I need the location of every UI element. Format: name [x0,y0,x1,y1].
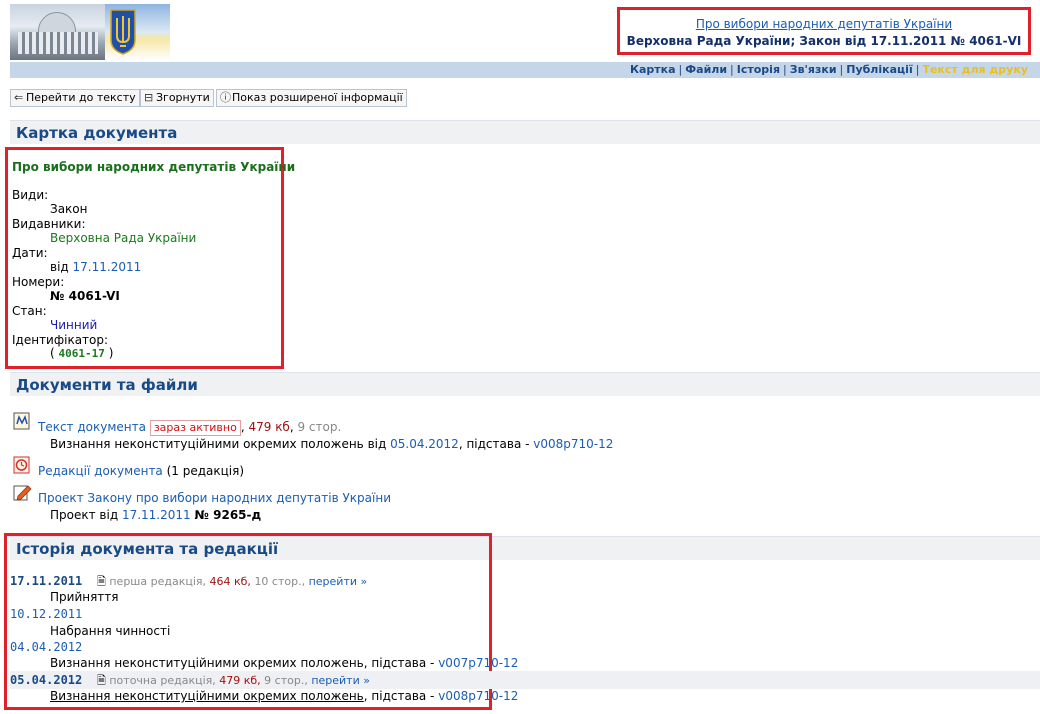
history-date-3[interactable]: 04.04.2012 [10,640,82,654]
text-document-pages: 9 стор. [297,420,342,434]
identifier-open-paren: ( [50,346,55,360]
state-value[interactable]: Чинний [50,318,97,332]
nav-separator: | [730,63,734,76]
arrow-left-icon: ⇐ [14,91,24,104]
nav-separator: | [783,63,787,76]
project-link[interactable]: Проект Закону про вибори народних депута… [38,491,391,505]
text-document-link[interactable]: Текст документа [38,420,146,434]
dates-prefix: від [50,260,69,274]
nav-item-links[interactable]: Зв'язки [790,63,837,76]
history-text-4: Визнання неконституційними окремих полож… [50,689,364,703]
text-document-size: 479 кб [248,420,290,434]
project-row: Проект Закону про вибори народних депута… [38,491,391,505]
show-extended-info-label: Показ розширеної інформації [232,91,403,104]
history-text-4-suffix: , підстава - [363,689,435,703]
project-number: № 9265-д [194,508,262,522]
collapse-label: Згорнути [156,91,210,104]
publishers-label: Видавники: [12,217,86,231]
text-document-icon [13,412,30,430]
page-header: Про вибори народних депутатів України Ве… [0,0,1040,64]
history-size-1: 464 кб, [209,575,251,588]
nav-item-files[interactable]: Файли [685,63,727,76]
types-value: Закон [50,202,88,216]
text-document-note: Визнання неконституційними окремих полож… [50,437,613,451]
project-details: Проект від 17.11.2011 № 9265-д [50,508,261,522]
identifier-value: 4061-17 [58,347,105,360]
document-small-icon: 🗎 [97,674,106,687]
project-pencil-icon [13,485,32,501]
document-small-icon: 🗎 [97,575,106,588]
dates-label: Дати: [12,246,48,260]
info-icon: ⓘ [220,91,231,104]
history-text-2: Набрання чинності [50,624,171,638]
publishers-value[interactable]: Верховна Рада України [50,231,196,245]
history-kind-1: перша редакція, [109,575,207,588]
goto-text-label: Перейти до тексту [26,91,136,104]
document-title-link[interactable]: Про вибори народних депутатів України [696,17,952,31]
nav-item-history[interactable]: Історія [737,63,780,76]
document-title-box: Про вибори народних депутатів України Ве… [617,7,1031,55]
text-document-note-prefix: Визнання неконституційними окремих полож… [50,437,387,451]
identifier-label: Ідентифікатор: [12,333,109,347]
history-text-1: Прийняття [50,590,119,604]
history-meta-1: 🗎 перша редакція, 464 кб, 10 стор., пере… [97,573,367,592]
docs-section-header: Документи та файли [10,372,1040,396]
nav-separator: | [915,63,920,76]
history-text-3: Визнання неконституційними окремих полож… [50,656,435,670]
identifier-close-paren: ) [108,346,114,360]
history-kind-4: поточна редакція, [109,674,216,687]
text-document-note-date[interactable]: 05.04.2012 [390,437,459,451]
nav-item-publications[interactable]: Публікації [846,63,912,76]
nav-separator: | [678,63,683,76]
trident-emblem-icon [110,9,136,55]
identifier-row: ( 4061-17 ) [50,346,113,360]
history-date-4[interactable]: 05.04.2012 [10,673,82,687]
show-extended-info-button[interactable]: ⓘПоказ розширеної інформації [216,89,407,107]
nav-separator: | [839,63,844,76]
nav-item-card[interactable]: Картка [630,63,676,76]
redactions-row: Редакції документа (1 редакція) [38,464,244,478]
history-go-1[interactable]: перейти » [309,575,368,588]
nav-item-print-text[interactable]: Текст для друку [922,63,1028,76]
top-nav: Картка | Файли | Історія | Зв'язки | Публікації |… [10,62,1040,78]
document-title-subtitle: Верховна Рада України; Закон від 17.11.2… [626,34,1022,48]
goto-text-button[interactable]: ⇐ Перейти до тексту [10,89,140,107]
collapse-button[interactable]: ⊟ Згорнути [140,89,214,107]
project-prefix: Проект від [50,508,119,522]
redactions-link[interactable]: Редакції документа [38,464,163,478]
redactions-count: (1 редакція) [166,464,245,478]
history-ref-4[interactable]: v008p710-12 [438,689,518,703]
history-text-3-row: Визнання неконституційними окремих полож… [50,656,518,670]
history-pages-1: 10 стор., [254,575,306,588]
clock-redactions-icon [13,456,30,474]
text-document-note-ref[interactable]: v008p710-12 [533,437,613,451]
collapse-icon: ⊟ [144,91,154,104]
history-text-4-row: Визнання неконституційними окремих полож… [50,689,518,703]
dates-value-row: від 17.11.2011 [50,260,141,274]
state-label: Стан: [12,304,47,318]
numbers-value: № 4061-VI [50,289,120,303]
card-section-header: Картка документа [10,120,1040,144]
active-now-badge: зараз активно [149,420,241,436]
history-size-4: 479 кб, [219,674,261,687]
text-document-row: Текст документа зараз активно, 479 кб, 9… [38,420,342,436]
history-date-1[interactable]: 17.11.2011 [10,574,82,588]
card-document-title: Про вибори народних депутатів України [12,160,296,174]
project-date[interactable]: 17.11.2011 [122,508,191,522]
text-document-note-mid: , підстава - [458,437,530,451]
history-ref-3[interactable]: v007p710-12 [438,656,518,670]
history-go-4[interactable]: перейти » [311,674,370,687]
parliament-building-image [10,4,105,60]
history-date-2[interactable]: 10.12.2011 [10,607,82,621]
history-pages-4: 9 стор., [264,674,308,687]
types-label: Види: [12,188,49,202]
dates-value[interactable]: 17.11.2011 [73,260,142,274]
numbers-label: Номери: [12,275,65,289]
